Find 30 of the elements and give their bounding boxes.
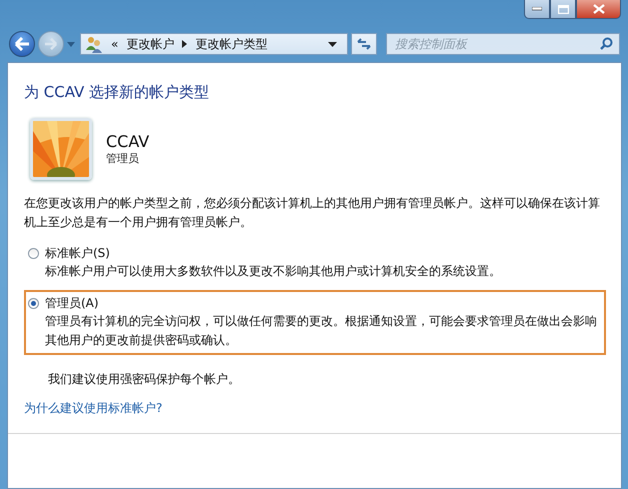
radio-option[interactable]: 标准帐户(S) [28, 245, 110, 262]
account-name: CCAV [106, 132, 150, 151]
minimize-button[interactable] [524, 0, 550, 19]
back-button[interactable] [9, 31, 35, 57]
back-arrow-icon [14, 37, 30, 51]
option-description: 标准帐户用户可以使用大多数软件以及更改不影响其他用户或计算机安全的系统设置。 [44, 263, 502, 280]
page-heading: 为 CCAV 选择新的帐户类型 [24, 83, 210, 102]
radio-option[interactable]: 管理员(A) [28, 295, 99, 312]
users-icon [85, 35, 103, 53]
recommendation-text: 我们建议使用强密码保护每个帐户。 [48, 371, 240, 388]
dropdown-icon[interactable] [328, 42, 337, 46]
refresh-icon [356, 37, 372, 51]
breadcrumb[interactable]: 更改帐户 [126, 36, 174, 52]
breadcrumb[interactable]: 更改帐户类型 [195, 36, 268, 52]
close-button[interactable] [576, 0, 621, 19]
maximize-button[interactable] [550, 0, 576, 19]
intro-text: 在您更改该用户的帐户类型之前，您必须分配该计算机上的其他用户拥有管理员帐户。这样可以确保在该计算机上至少总是有一个用户拥有管理员帐户。 [24, 195, 601, 231]
maximize-icon [558, 4, 568, 14]
account-role: 管理员 [106, 151, 140, 166]
search-field[interactable]: 搜索控制面板 [386, 33, 620, 55]
option-description: 管理员有计算机的完全访问权，可以做任何需要的更改。根据通知设置，可能会要求管理员在做出会影响其他用户的更改前提供密码或确认。 [44, 313, 598, 349]
refresh-button[interactable] [351, 33, 377, 55]
minimize-icon [532, 7, 542, 11]
address-bar[interactable]: « 更改帐户 更改帐户类型 [80, 33, 348, 55]
help-link[interactable]: 为什么建议使用标准帐户? [24, 400, 162, 417]
overflow-crumb[interactable]: « [111, 37, 118, 51]
forward-arrow-icon [44, 38, 58, 50]
chevron-icon [182, 40, 188, 48]
search-icon [600, 37, 613, 50]
close-icon [592, 4, 604, 14]
